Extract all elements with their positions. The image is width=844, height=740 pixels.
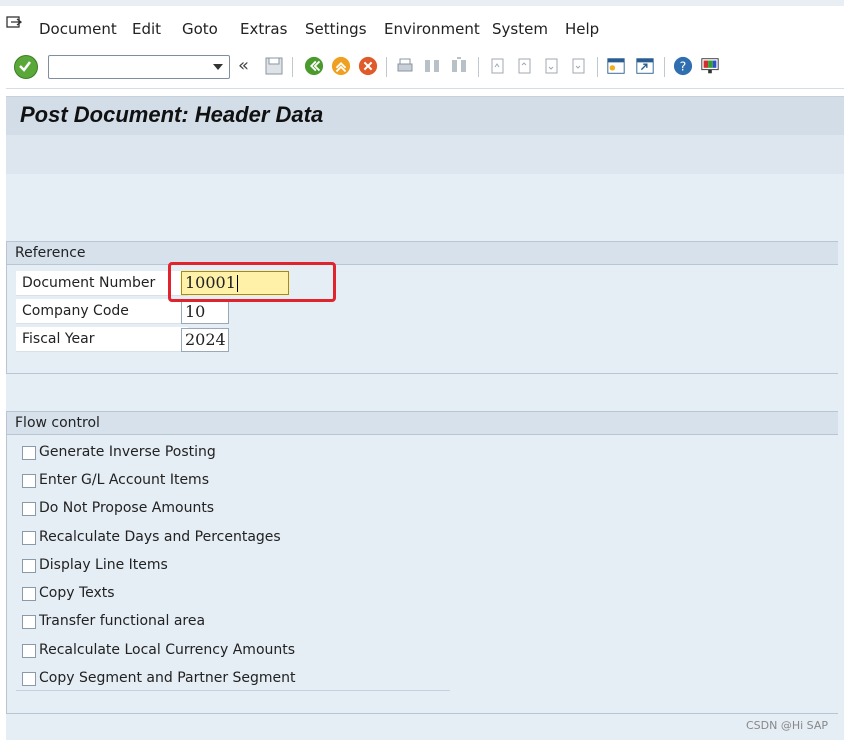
toolbar-separator: [597, 57, 598, 77]
watermark: CSDN @Hi SAP: [745, 719, 828, 732]
title-band: Post Document: Header Data: [6, 97, 844, 135]
menu-document[interactable]: Document: [39, 20, 117, 38]
customize-layout-icon[interactable]: [700, 55, 720, 77]
divider: [16, 690, 450, 691]
document-number-label: Document Number: [22, 275, 156, 291]
toolbar-separator: [386, 57, 387, 77]
menu-help[interactable]: Help: [565, 20, 599, 38]
menu-system[interactable]: System: [492, 20, 548, 38]
checkbox[interactable]: [22, 531, 36, 545]
save-icon[interactable]: [264, 55, 284, 77]
company-code-label: Company Code: [22, 303, 129, 319]
menu-settings[interactable]: Settings: [305, 20, 367, 38]
checkbox[interactable]: [22, 672, 36, 686]
checkbox[interactable]: [22, 615, 36, 629]
menu-environment[interactable]: Environment: [384, 20, 480, 38]
create-session-icon[interactable]: [606, 55, 626, 77]
checkbox[interactable]: [22, 559, 36, 573]
toolbar-separator: [664, 57, 665, 77]
menu-extras[interactable]: Extras: [240, 20, 287, 38]
back-history-icon[interactable]: «: [238, 55, 258, 77]
company-code-value: 10: [185, 302, 206, 321]
flow-control-heading: Flow control: [7, 412, 838, 435]
title-area: Post Document: Header Data: [6, 96, 844, 175]
highlight-annotation: [168, 262, 336, 302]
checkbox-label: Generate Inverse Posting: [39, 444, 216, 460]
help-icon[interactable]: ?: [673, 55, 693, 77]
exit-icon[interactable]: [331, 55, 351, 77]
first-page-icon[interactable]: [487, 55, 507, 77]
checkbox[interactable]: [22, 474, 36, 488]
svg-text:?: ?: [680, 59, 687, 74]
enter-icon[interactable]: [14, 55, 38, 79]
back-icon[interactable]: [304, 55, 324, 77]
checkbox-label: Do Not Propose Amounts: [39, 500, 215, 516]
find-icon[interactable]: [422, 55, 442, 77]
fiscal-year-field[interactable]: 2024: [181, 328, 229, 352]
checkbox[interactable]: [22, 644, 36, 658]
toolbar-separator: [292, 57, 293, 77]
print-icon[interactable]: [395, 55, 415, 77]
menu-bar: Document Edit Goto Extras Settings Envir…: [0, 0, 844, 44]
toolbar-separator: [478, 57, 479, 77]
menu-goto[interactable]: Goto: [182, 20, 218, 38]
system-menu-icon[interactable]: [6, 16, 22, 30]
shortcut-icon[interactable]: [635, 55, 655, 77]
fiscal-year-value: 2024: [185, 330, 226, 349]
cancel-icon[interactable]: [358, 55, 378, 77]
checkbox-label: Enter G/L Account Items: [39, 472, 209, 488]
menu-edit[interactable]: Edit: [132, 20, 161, 38]
page-title: Post Document: Header Data: [20, 102, 324, 127]
reference-heading: Reference: [7, 242, 838, 265]
checkbox[interactable]: [22, 587, 36, 601]
checkbox[interactable]: [22, 502, 36, 516]
company-code-field[interactable]: 10: [181, 300, 229, 324]
chevron-down-icon[interactable]: [213, 64, 223, 70]
command-field[interactable]: [48, 55, 230, 79]
previous-page-icon[interactable]: [514, 55, 534, 77]
checkbox[interactable]: [22, 446, 36, 460]
checkbox-label: Transfer functional area: [39, 613, 206, 629]
checkbox-label: Copy Texts: [39, 585, 115, 601]
checkbox-label: Recalculate Days and Percentages: [39, 529, 281, 545]
find-next-icon[interactable]: [449, 55, 469, 77]
last-page-icon[interactable]: [568, 55, 588, 77]
next-page-icon[interactable]: [541, 55, 561, 77]
checkbox-label: Copy Segment and Partner Segment: [39, 670, 296, 686]
checkbox-label: Display Line Items: [39, 557, 168, 573]
fiscal-year-label: Fiscal Year: [22, 331, 95, 347]
checkbox-label: Recalculate Local Currency Amounts: [39, 642, 296, 658]
